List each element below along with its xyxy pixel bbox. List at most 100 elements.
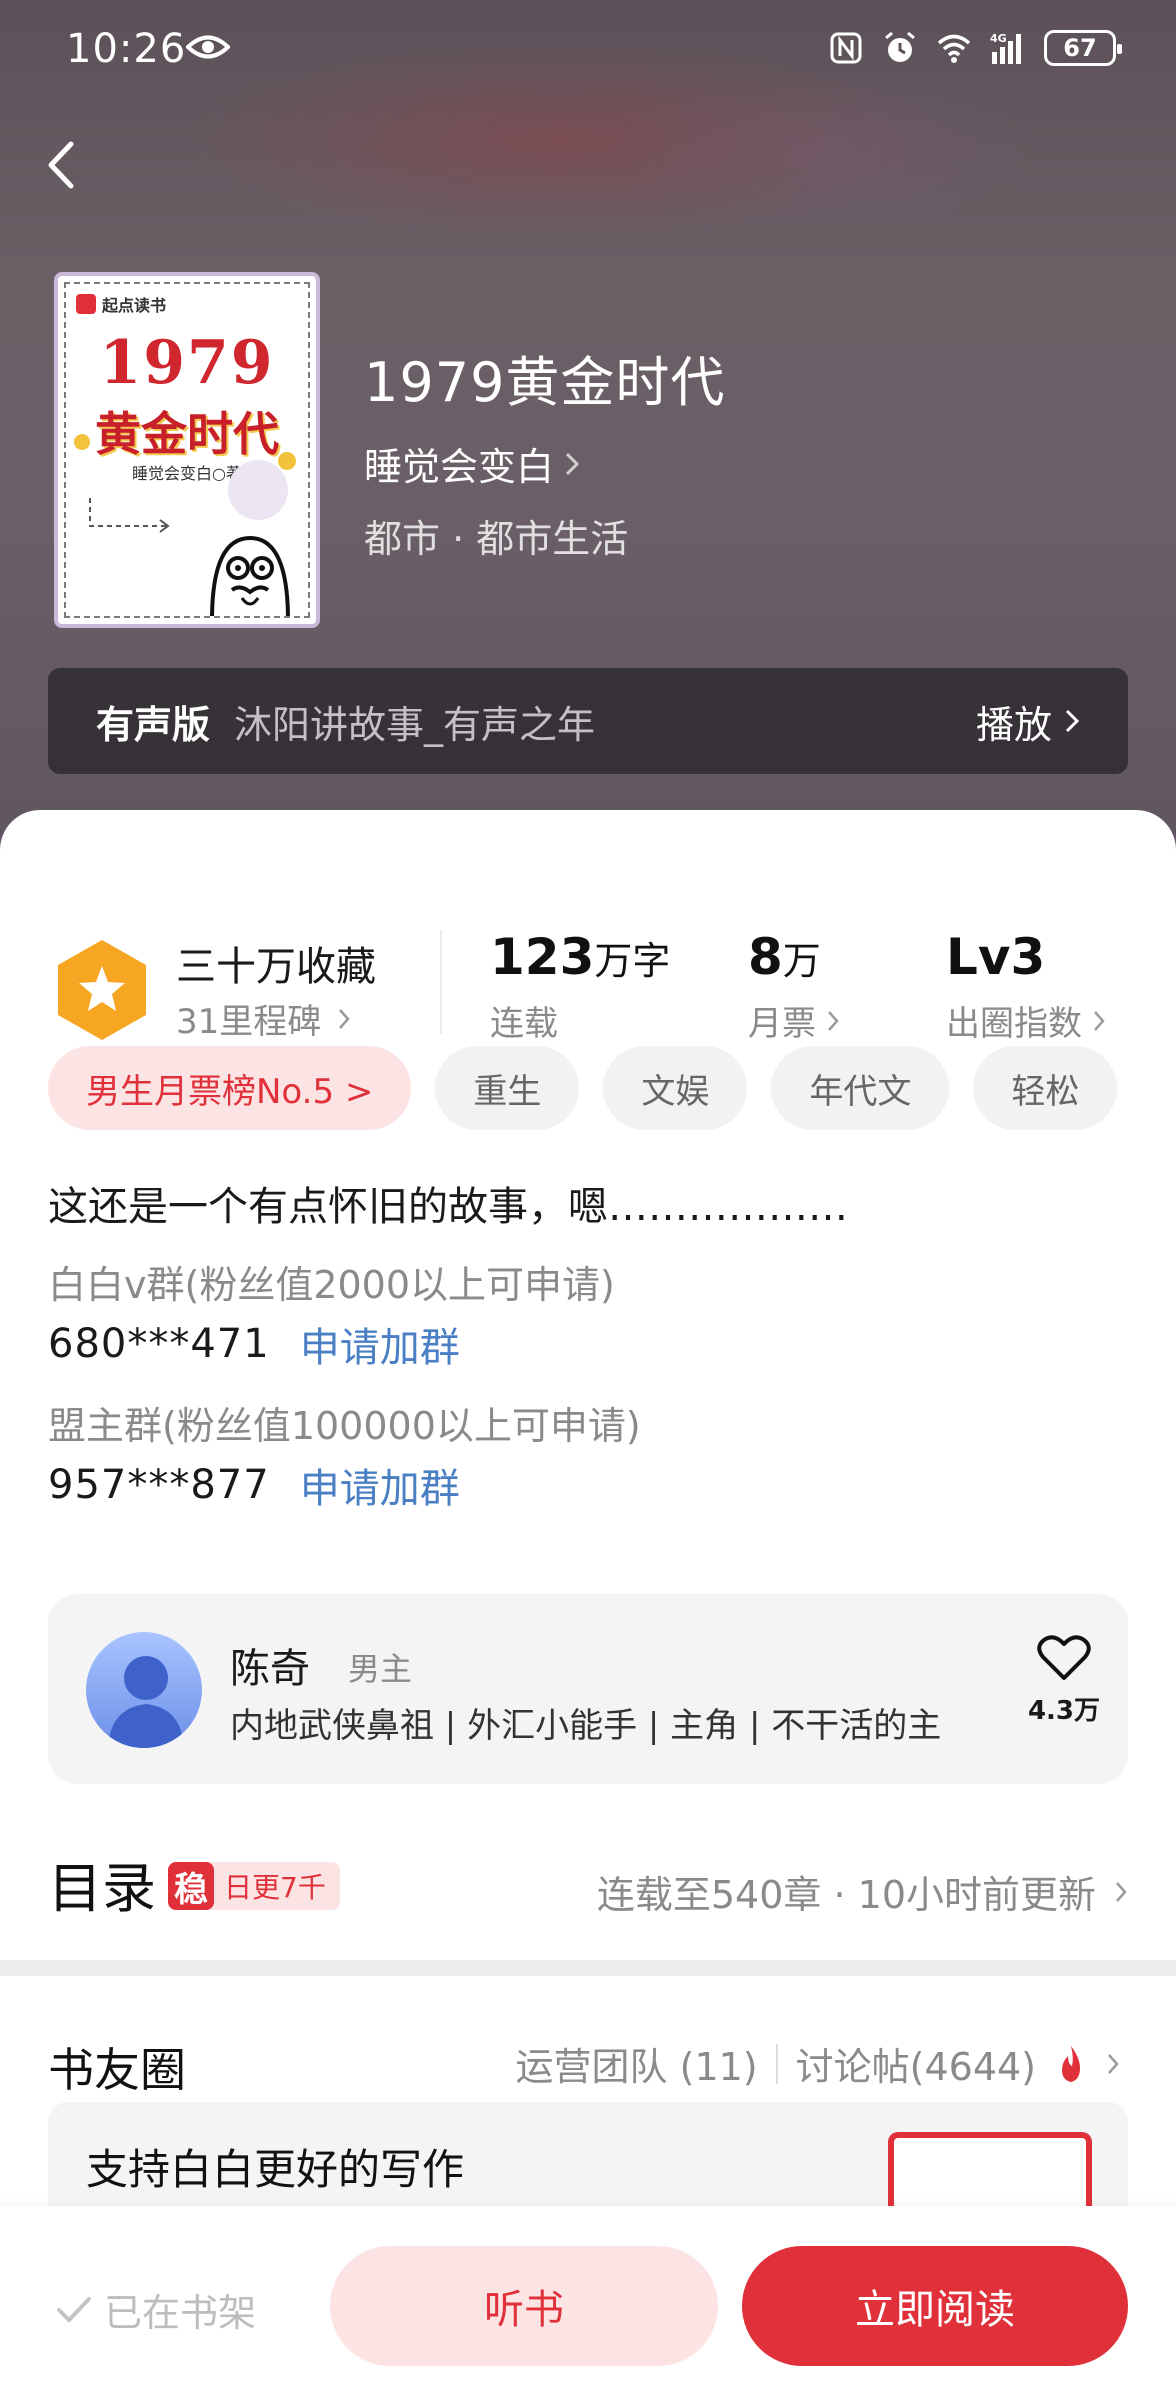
tag-list: 男生月票榜No.5 > 重生 文娱 年代文 轻松	[48, 1046, 1118, 1130]
update-badge-text: 日更7千	[224, 1871, 326, 1904]
listen-button[interactable]: 听书	[330, 2246, 718, 2366]
milestone-label: 31里程碑	[176, 1002, 322, 1042]
audio-narrator: 沐阳讲故事_有声之年	[234, 702, 596, 747]
book-description: 这还是一个有点怀旧的故事，嗯……………… 白白v群(粉丝值2000以上可申请) …	[48, 1174, 1128, 1514]
tag-item[interactable]: 轻松	[973, 1046, 1118, 1130]
toc-update-status: 连载至540章 · 10小时前更新	[597, 1864, 1128, 1919]
book-title: 1979黄金时代	[364, 351, 726, 414]
read-now-button[interactable]: 立即阅读	[742, 2246, 1128, 2366]
monthly-ticket-unit: 万	[782, 939, 821, 983]
monthly-ticket-stat[interactable]: 8万 月票	[748, 932, 840, 1045]
reader-circle-title: 书友圈	[48, 2043, 186, 2097]
post-title: 支持白白更好的写作	[86, 2145, 465, 2194]
fan-group-number: 957***877	[48, 1462, 270, 1508]
tag-rank[interactable]: 男生月票榜No.5 >	[48, 1046, 412, 1130]
svg-text:4G: 4G	[990, 32, 1007, 45]
chevron-right-icon	[565, 452, 580, 475]
favorites-title[interactable]: 三十万收藏	[176, 934, 376, 992]
book-details-card: 三十万收藏 31里程碑 123万字 连载 8万 月票 Lv3 出圈指数 男生月票…	[0, 810, 1176, 1960]
book-genre[interactable]: 都市 · 都市生活	[364, 508, 628, 563]
character-name: 陈奇	[230, 1646, 310, 1692]
join-group-link[interactable]: 申请加群	[300, 1315, 460, 1373]
word-count-value: 123	[490, 928, 595, 986]
chevron-right-icon	[1108, 2053, 1119, 2074]
divider	[775, 2043, 778, 2084]
wifi-icon	[937, 34, 971, 63]
signal-icon: 4G	[990, 32, 1021, 64]
brand-logo-icon	[76, 294, 96, 314]
status-icons: 4G 67	[828, 30, 1122, 66]
description-intro: 这还是一个有点怀旧的故事，嗯………………	[48, 1184, 848, 1230]
reader-circle-meta[interactable]: 运营团队 (11) 讨论帖(4644)	[516, 2036, 1120, 2091]
popularity-stat[interactable]: Lv3 出圈指数	[946, 932, 1106, 1045]
book-header: 10:26 4G 67 起点读书 1979 黄金时代 睡觉会变白○著 1979黄…	[0, 0, 1176, 880]
monthly-ticket-label: 月票	[748, 1004, 816, 1044]
avatar	[86, 1632, 202, 1748]
tag-item[interactable]: 文娱	[603, 1046, 748, 1130]
like-button[interactable]: 4.3万	[1014, 1634, 1114, 1727]
discussion-count[interactable]: 讨论帖(4644)	[796, 2036, 1036, 2091]
stable-badge-icon: 稳	[168, 1862, 214, 1910]
monthly-ticket-value: 8	[748, 928, 783, 986]
cover-year: 1979	[99, 328, 275, 398]
fan-group: 白白v群(粉丝值2000以上可申请) 680***471 申请加群	[48, 1254, 1128, 1373]
play-label: 播放	[975, 702, 1052, 747]
author-name: 睡觉会变白	[364, 445, 555, 489]
back-button[interactable]	[30, 130, 90, 200]
on-shelf-label: 已在书架	[104, 2291, 257, 2335]
coin-icon	[278, 452, 296, 470]
chevron-left-icon	[48, 141, 74, 189]
chevron-right-icon	[1116, 1881, 1127, 1902]
cartoon-face-icon	[210, 535, 290, 616]
cover-title: 黄金时代	[95, 407, 279, 461]
tag-item[interactable]: 年代文	[771, 1046, 950, 1130]
alarm-icon	[885, 31, 915, 62]
chevron-right-icon	[828, 1010, 839, 1031]
on-shelf-indicator[interactable]: 已在书架	[56, 2282, 256, 2337]
status-time: 10:26	[66, 26, 187, 72]
popularity-value: Lv3	[946, 928, 1046, 986]
chevron-right-icon	[1065, 709, 1080, 733]
bottom-action-bar: 已在书架 听书 立即阅读	[0, 2206, 1176, 2400]
divider	[440, 930, 442, 1034]
word-count-unit: 万字	[594, 939, 671, 983]
decorative-circle	[228, 460, 288, 520]
chevron-right-icon	[1094, 1010, 1105, 1031]
coin-icon	[74, 434, 90, 450]
audio-label: 有声版	[96, 702, 211, 747]
arrow-icon	[89, 498, 170, 533]
word-count-stat: 123万字 连载	[490, 932, 670, 1045]
fan-group-number: 680***471	[48, 1321, 270, 1367]
milestone-link[interactable]: 31里程碑	[176, 994, 351, 1043]
cover-brand: 起点读书	[102, 296, 167, 315]
ops-team-link[interactable]: 运营团队 (11)	[516, 2036, 758, 2091]
heart-icon	[1037, 1635, 1091, 1680]
chevron-right-icon	[339, 1008, 350, 1029]
like-count: 4.3万	[1027, 1696, 1101, 1726]
fire-icon	[1062, 2045, 1080, 2082]
character-role: 男主	[348, 1650, 413, 1688]
join-group-link[interactable]: 申请加群	[300, 1456, 460, 1514]
eye-icon	[186, 35, 230, 59]
stats-row: 三十万收藏 31里程碑 123万字 连载 8万 月票 Lv3 出圈指数	[0, 870, 1176, 1044]
character-card[interactable]: 陈奇 男主 内地武侠鼻祖 | 外汇小能手 | 主角 | 不干活的主 4.3万	[48, 1594, 1128, 1784]
battery-indicator: 67	[1044, 30, 1122, 66]
check-icon	[57, 2296, 91, 2323]
popularity-label: 出圈指数	[946, 1004, 1082, 1044]
nfc-icon	[830, 32, 862, 64]
fan-group: 盟主群(粉丝值100000以上可申请) 957***877 申请加群	[48, 1395, 1128, 1514]
person-silhouette-icon	[108, 1656, 184, 1748]
book-cover[interactable]: 起点读书 1979 黄金时代 睡觉会变白○著	[54, 272, 320, 628]
table-of-contents-row[interactable]: 目录 稳 日更7千 连载至540章 · 10小时前更新	[48, 1838, 1128, 1920]
word-count-label: 连载	[490, 1004, 558, 1044]
play-button[interactable]: 播放	[976, 694, 1080, 749]
author-link[interactable]: 睡觉会变白	[364, 436, 580, 491]
toc-title: 目录	[48, 1857, 156, 1920]
tag-item[interactable]: 重生	[435, 1046, 580, 1130]
fan-group-title: 白白v群(粉丝值2000以上可申请)	[48, 1263, 615, 1307]
update-badge: 稳 日更7千	[168, 1862, 340, 1910]
toc-update-text: 连载至540章 · 10小时前更新	[596, 1873, 1096, 1917]
star-badge-icon[interactable]	[52, 936, 152, 1044]
status-bar: 10:26 4G 67	[0, 0, 1176, 100]
audio-version-bar[interactable]: 有声版 沐阳讲故事_有声之年 播放	[48, 668, 1128, 774]
